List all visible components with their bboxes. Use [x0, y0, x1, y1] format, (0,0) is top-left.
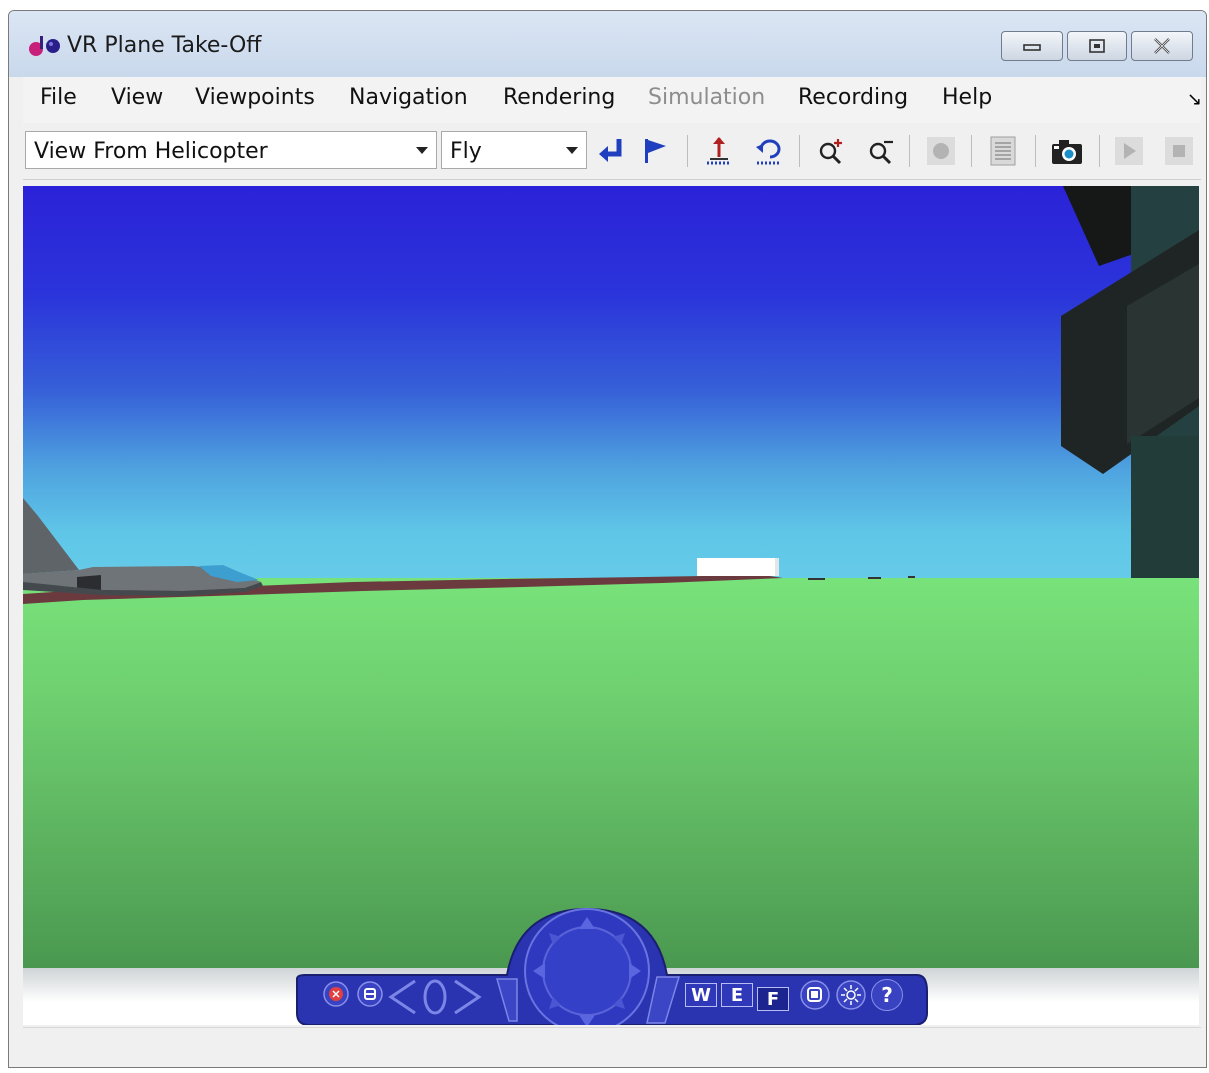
create-viewpoint-button[interactable] [635, 131, 675, 171]
toolbar-separator [971, 135, 972, 167]
menu-simulation: Simulation [648, 85, 766, 110]
headlight-icon [800, 980, 830, 1010]
toolbar-separator [909, 135, 910, 167]
previous-viewpoint-icon [388, 979, 416, 1015]
menu-collapse-icon[interactable]: ↘ [1187, 89, 1202, 110]
close-button[interactable] [1131, 31, 1193, 61]
fly-mode-button[interactable]: F [757, 987, 789, 1011]
sun-icon [836, 980, 866, 1010]
toolbar-separator [799, 135, 800, 167]
nav-panel-minimize-button[interactable] [357, 981, 383, 1007]
vr-scene-viewport[interactable]: W E F ? [23, 186, 1199, 1025]
menu-help[interactable]: Help [942, 85, 992, 110]
close-icon [323, 981, 349, 1007]
straighten-up-icon [707, 137, 731, 165]
viewpoint-cycle-control[interactable] [387, 975, 483, 1019]
scene-objects [23, 186, 1199, 604]
headlight-toggle-button[interactable] [799, 979, 831, 1011]
record-icon [927, 137, 955, 165]
examine-mode-button[interactable]: E [721, 983, 753, 1007]
turn-right-icon [629, 963, 641, 979]
maximize-button[interactable] [1067, 31, 1127, 61]
toolbar-separator [687, 135, 688, 167]
viewpoint-value: View From Helicopter [34, 139, 268, 164]
menu-rendering[interactable]: Rendering [503, 85, 615, 110]
straighten-up-button[interactable] [699, 131, 739, 171]
navigation-mode-value: Fly [450, 139, 482, 164]
play-button [1109, 131, 1149, 171]
control-tower [1061, 186, 1199, 578]
move-forward-icon [579, 917, 595, 929]
zoom-in-button[interactable] [811, 131, 851, 171]
minimize-button[interactable] [1001, 31, 1063, 61]
capture-frame-icon [1052, 140, 1082, 164]
next-viewpoint-icon [454, 979, 482, 1015]
stop-icon [1165, 137, 1193, 165]
airplane [23, 498, 263, 596]
main-window: VR Plane Take-Off File View Viewpoints N… [8, 10, 1207, 1068]
hangar [697, 558, 775, 576]
help-button[interactable]: ? [871, 979, 903, 1011]
menu-view[interactable]: View [111, 85, 163, 110]
recording-settings-button [983, 131, 1023, 171]
chevron-down-icon [566, 147, 578, 154]
menu-bar: File View Viewpoints Navigation Renderin… [23, 77, 1202, 123]
stop-button [1159, 131, 1199, 171]
nav-panel-close-button[interactable] [323, 981, 349, 1007]
lighting-button[interactable] [835, 979, 867, 1011]
undo-move-button[interactable] [749, 131, 789, 171]
zoom-in-icon [819, 139, 842, 165]
app-icon [29, 36, 60, 56]
minimize-icon [1023, 44, 1041, 51]
menu-viewpoints[interactable]: Viewpoints [195, 85, 315, 110]
zoom-out-icon [869, 140, 893, 165]
navigation-panel: W E F ? [287, 901, 947, 1025]
toolbar-separator [1099, 135, 1100, 167]
go-to-default-viewpoint-button[interactable] [591, 131, 631, 171]
create-viewpoint-icon [645, 139, 666, 163]
window-title: VR Plane Take-Off [67, 33, 262, 58]
turn-left-icon [533, 963, 545, 979]
close-icon [1154, 38, 1170, 54]
menu-file[interactable]: File [40, 85, 77, 110]
title-bar[interactable]: VR Plane Take-Off [9, 11, 1206, 77]
play-icon [1115, 137, 1143, 165]
navigation-wheel[interactable] [525, 909, 649, 1025]
undo-move-icon [756, 139, 781, 165]
capture-frame-button[interactable] [1047, 131, 1087, 171]
maximize-icon [1089, 39, 1105, 53]
menu-navigation[interactable]: Navigation [349, 85, 468, 110]
minimize-icon [357, 981, 383, 1007]
toolbar-separator [1035, 135, 1036, 167]
walk-mode-button[interactable]: W [685, 983, 717, 1007]
chevron-down-icon [416, 147, 428, 154]
toolbar: View From Helicopter Fly [23, 123, 1201, 180]
go-to-default-viewpoint-icon [599, 139, 622, 162]
zoom-out-button[interactable] [861, 131, 901, 171]
menu-recording[interactable]: Recording [798, 85, 908, 110]
return-to-viewpoint-icon [423, 979, 447, 1015]
status-bar [23, 1027, 1201, 1067]
viewpoint-select[interactable]: View From Helicopter [25, 131, 437, 169]
recording-settings-icon [990, 136, 1016, 166]
move-backward-icon [579, 1015, 595, 1025]
navigation-mode-select[interactable]: Fly [441, 131, 587, 169]
record-button [921, 131, 961, 171]
